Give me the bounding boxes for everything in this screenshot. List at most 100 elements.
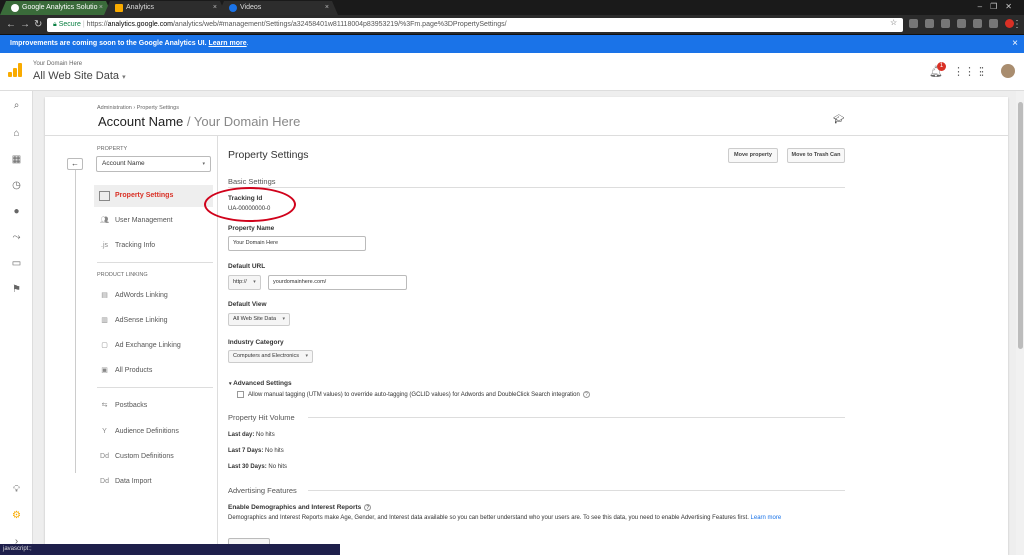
forward-arrow-icon[interactable]: → (20, 18, 30, 31)
address-bar-row: ← → ↻ 🔒︎ Secure | https://analytics.goog… (0, 15, 1024, 35)
adsense-icon: ▥ (101, 317, 108, 324)
section-heading: Property Settings (228, 149, 309, 161)
all-products-icon: ▣ (101, 367, 108, 374)
announcement-banner: Improvements are coming soon to the Goog… (0, 35, 1024, 53)
dd-icon: Dd (100, 478, 109, 485)
default-url-input[interactable]: yourdomainhere.com/ (268, 275, 407, 290)
person-icon[interactable]: ● (10, 205, 23, 218)
sidebar-item-user-management[interactable]: 👥︎ User Management (94, 210, 213, 232)
tab-analytics[interactable]: Analytics × (104, 1, 226, 15)
close-icon[interactable]: × (325, 1, 329, 15)
bookmark-star-icon[interactable]: ☆ (890, 18, 897, 27)
flag-icon[interactable]: ⚑ (10, 283, 23, 296)
sidebar-item-data-import[interactable]: Dd Data Import (94, 471, 213, 493)
divider (97, 262, 213, 263)
sidebar-item-custom-definitions[interactable]: Dd Custom Definitions (94, 446, 213, 468)
extension-icons (909, 19, 1021, 30)
search-icon[interactable]: ⌕ (10, 99, 23, 112)
last-30-days-label: Last 30 Days: (228, 464, 267, 470)
close-icon[interactable]: × (99, 1, 103, 15)
back-arrow-icon[interactable]: ← (6, 18, 16, 31)
advanced-settings-label: Advanced Settings (233, 380, 292, 387)
caret-down-icon: ▾ (122, 74, 126, 81)
move-property-button[interactable]: Move property (728, 148, 778, 163)
property-name-input[interactable]: Your Domain Here (228, 236, 366, 251)
gear-icon[interactable]: ⚙ (10, 509, 23, 522)
chat-extension-icon[interactable] (989, 19, 998, 28)
lightbulb-icon[interactable]: 💡︎ (10, 483, 23, 496)
url-field[interactable]: 🔒︎ Secure | https://analytics.google.com… (47, 18, 903, 32)
browser-menu-icon[interactable]: ⋮ (1012, 18, 1022, 31)
demographics-learn-more-link[interactable]: Learn more (751, 515, 782, 521)
sidebar-item-ad-exchange-linking[interactable]: ▢ Ad Exchange Linking (94, 335, 213, 357)
caret-down-icon: ▾ (253, 279, 256, 285)
info-extension-icon[interactable] (925, 19, 934, 28)
reload-icon[interactable]: ↻ (34, 18, 42, 31)
back-button[interactable]: ← (67, 158, 83, 170)
view-selector[interactable]: All Web Site Data ▾ (33, 70, 126, 82)
shield-extension-icon[interactable] (941, 19, 950, 28)
sidebar-item-tracking-info[interactable]: .js Tracking Info (94, 235, 213, 257)
sidebar-item-adwords-linking[interactable]: ▤ AdWords Linking (94, 285, 213, 307)
banner-text: Improvements are coming soon to the Goog… (10, 40, 207, 47)
close-icon[interactable]: × (213, 1, 217, 15)
product-linking-label: PRODUCT LINKING (97, 272, 148, 278)
sidebar-item-label: Custom Definitions (115, 453, 174, 460)
clock-icon[interactable]: ◷ (10, 179, 23, 192)
url-scheme-select[interactable]: http:// ▾ (228, 275, 261, 290)
property-name-label: Property Name (228, 225, 275, 232)
analytics-logo-icon[interactable] (8, 63, 22, 77)
grid-extension-icon[interactable] (957, 19, 966, 28)
breadcrumb-administration[interactable]: Administration (97, 105, 132, 111)
tab-google-analytics-solutions[interactable]: Google Analytics Solutio × (0, 1, 112, 15)
postbacks-icon: ⇆ (101, 402, 108, 409)
last-7-days-label: Last 7 Days: (228, 448, 264, 454)
url-path: /analytics/web/#management/Settings/a324… (172, 21, 507, 28)
divider (228, 187, 845, 188)
image-extension-icon[interactable] (973, 19, 982, 28)
default-view-select[interactable]: All Web Site Data ▾ (228, 313, 291, 326)
industry-category-label: Industry Category (228, 339, 284, 346)
minimize-icon[interactable]: – (978, 2, 990, 11)
banner-learn-more-link[interactable]: Learn more (209, 40, 247, 47)
account-name: Account Name (98, 114, 184, 129)
dashboard-icon[interactable]: ▦ (10, 153, 23, 166)
sidebar-item-audience-definitions[interactable]: Y Audience Definitions (94, 421, 213, 443)
view-name: All Web Site Data (33, 70, 120, 82)
divider (308, 417, 845, 418)
sidebar-item-postbacks[interactable]: ⇆ Postbacks (94, 395, 213, 417)
avatar[interactable] (1001, 64, 1015, 78)
industry-category-select[interactable]: Computers and Electronics ▾ (228, 350, 314, 363)
help-icon[interactable]: ? (582, 391, 590, 398)
tab-videos[interactable]: Videos × (218, 1, 338, 15)
more-vert-icon[interactable]: ⋮ (977, 65, 988, 78)
property-section-label: PROPERTY (97, 146, 128, 152)
account-domain-label: Your Domain Here (33, 61, 83, 67)
move-to-trash-button[interactable]: Move to Trash Can (787, 148, 845, 163)
last-30-days-stat: Last 30 Days: No hits (228, 464, 287, 470)
help-icon[interactable]: ? (364, 504, 372, 511)
manual-tagging-checkbox[interactable] (237, 391, 244, 398)
sidebar-item-adsense-linking[interactable]: ▥ AdSense Linking (94, 310, 213, 332)
behavior-icon[interactable]: ▭ (10, 257, 23, 270)
sidebar-item-property-settings[interactable]: Property Settings (94, 185, 213, 207)
window-close-icon[interactable]: ✕ (1005, 2, 1020, 11)
demographics-desc-text: Demographics and Interest Reports make A… (228, 515, 749, 521)
camera-extension-icon[interactable] (909, 19, 918, 28)
advanced-settings-toggle[interactable]: ▾ Advanced Settings (229, 380, 292, 387)
tab-label: Videos (240, 4, 262, 11)
admin-panel: Administration › Property Settings Accou… (45, 97, 1008, 555)
property-select[interactable]: Account Name ▾ (96, 156, 211, 172)
caret-down-icon: ▾ (305, 353, 309, 359)
settings-page-icon (99, 191, 110, 201)
users-icon: 👥︎ (100, 217, 109, 224)
default-view-label: Default View (228, 301, 267, 308)
acquisition-icon[interactable]: ⤳ (10, 231, 23, 244)
restore-icon[interactable]: ❐ (990, 2, 1005, 11)
home-icon[interactable]: ⌂ (10, 127, 23, 140)
scrollbar-thumb[interactable] (1018, 102, 1023, 349)
graduation-cap-icon[interactable]: 🎓︎ (833, 114, 844, 125)
close-icon[interactable]: × (1012, 35, 1018, 53)
sidebar-item-all-products[interactable]: ▣ All Products (94, 360, 213, 382)
divider (308, 490, 845, 491)
